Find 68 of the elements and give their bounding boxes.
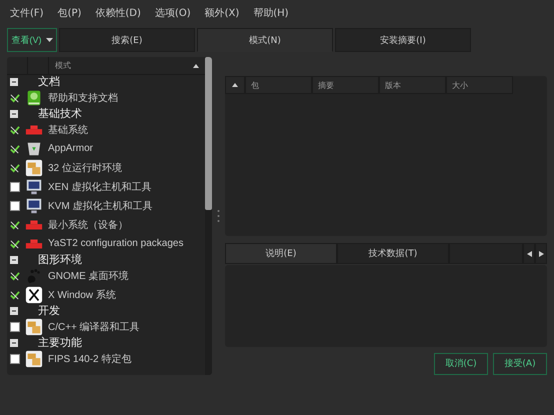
menu-item[interactable]: 依赖性(D): [95, 6, 141, 18]
installed-icon[interactable]: [10, 162, 20, 172]
shield-icon: [25, 140, 43, 158]
category-title: 主要功能: [38, 335, 82, 350]
splitter-grip-icon[interactable]: [217, 209, 220, 223]
boxes-icon: [25, 158, 43, 176]
left-arrow-icon[interactable]: [526, 250, 532, 257]
pattern-label[interactable]: 32 位运行时环境: [48, 160, 122, 174]
collapse-icon[interactable]: [10, 256, 18, 264]
caret-icon: [46, 38, 52, 42]
sort-icon: [193, 64, 199, 68]
pattern-label[interactable]: 帮助和支持文档: [48, 90, 118, 104]
category-title: 基础技术: [38, 106, 82, 121]
pattern-label[interactable]: 基础系统: [48, 122, 88, 136]
monitor-icon: [25, 196, 43, 214]
pattern-label[interactable]: YaST2 configuration packages: [48, 238, 184, 249]
pattern-label[interactable]: X Window 系统: [48, 288, 116, 302]
column-header[interactable]: 版本: [379, 76, 446, 94]
boxes-icon: [25, 318, 43, 336]
sort-icon[interactable]: [232, 83, 238, 87]
installed-icon[interactable]: [10, 124, 20, 134]
tab[interactable]: 说明(E): [225, 243, 337, 264]
monitor-icon: [25, 178, 43, 196]
x-logo-icon: [25, 286, 43, 304]
pattern-label[interactable]: GNOME 桌面环境: [48, 268, 129, 282]
column-header[interactable]: 包: [245, 76, 312, 94]
column-header[interactable]: 模式: [55, 60, 71, 71]
pattern-label[interactable]: 最小系统（设备）: [48, 218, 128, 232]
pattern-label[interactable]: KVM 虚拟化主机和工具: [48, 198, 152, 212]
menu-item[interactable]: 额外(X): [204, 6, 240, 18]
category-title: 文档: [38, 74, 60, 89]
tab[interactable]: 模式(N): [197, 28, 333, 52]
dialog-button[interactable]: 取消(C): [434, 352, 488, 375]
view-button[interactable]: 查看(V): [7, 28, 57, 52]
checkbox[interactable]: [10, 322, 20, 332]
menu-item[interactable]: 帮助(H): [253, 6, 289, 18]
pattern-label[interactable]: C/C++ 编译器和工具: [48, 320, 140, 334]
pattern-label[interactable]: XEN 虚拟化主机和工具: [48, 180, 152, 194]
tab[interactable]: 搜索(E): [59, 28, 195, 52]
column-header[interactable]: 大小: [446, 76, 513, 94]
book-icon: [25, 88, 43, 106]
tab[interactable]: 安装摘要(I): [335, 28, 471, 52]
column-header[interactable]: 摘要: [312, 76, 379, 94]
installed-icon[interactable]: [10, 270, 20, 280]
pattern-label[interactable]: FIPS 140-2 特定包: [48, 352, 132, 366]
category-title: 开发: [38, 303, 60, 318]
installed-icon[interactable]: [10, 144, 20, 154]
boxes-icon: [25, 350, 43, 368]
checkbox[interactable]: [10, 200, 20, 210]
menu-item[interactable]: 包(P): [58, 6, 82, 18]
dialog-button[interactable]: 接受(A): [493, 352, 547, 375]
checkbox[interactable]: [10, 354, 20, 364]
menu-item[interactable]: 选项(O): [154, 6, 191, 18]
right-arrow-icon[interactable]: [538, 250, 544, 257]
collapse-icon[interactable]: [10, 338, 18, 346]
installed-icon[interactable]: [10, 92, 20, 102]
checkbox[interactable]: [10, 182, 20, 192]
collapse-icon[interactable]: [10, 78, 18, 86]
collapse-icon[interactable]: [10, 306, 18, 314]
category-title: 图形环境: [38, 252, 82, 267]
tab[interactable]: 技术数据(T): [337, 243, 449, 264]
collapse-icon[interactable]: [10, 110, 18, 118]
menu-item[interactable]: 文件(F): [10, 6, 44, 18]
scrollbar[interactable]: [205, 57, 212, 375]
installed-icon[interactable]: [10, 238, 20, 248]
installed-icon[interactable]: [10, 220, 20, 230]
installed-icon[interactable]: [10, 290, 20, 300]
pattern-label[interactable]: AppArmor: [48, 143, 94, 154]
